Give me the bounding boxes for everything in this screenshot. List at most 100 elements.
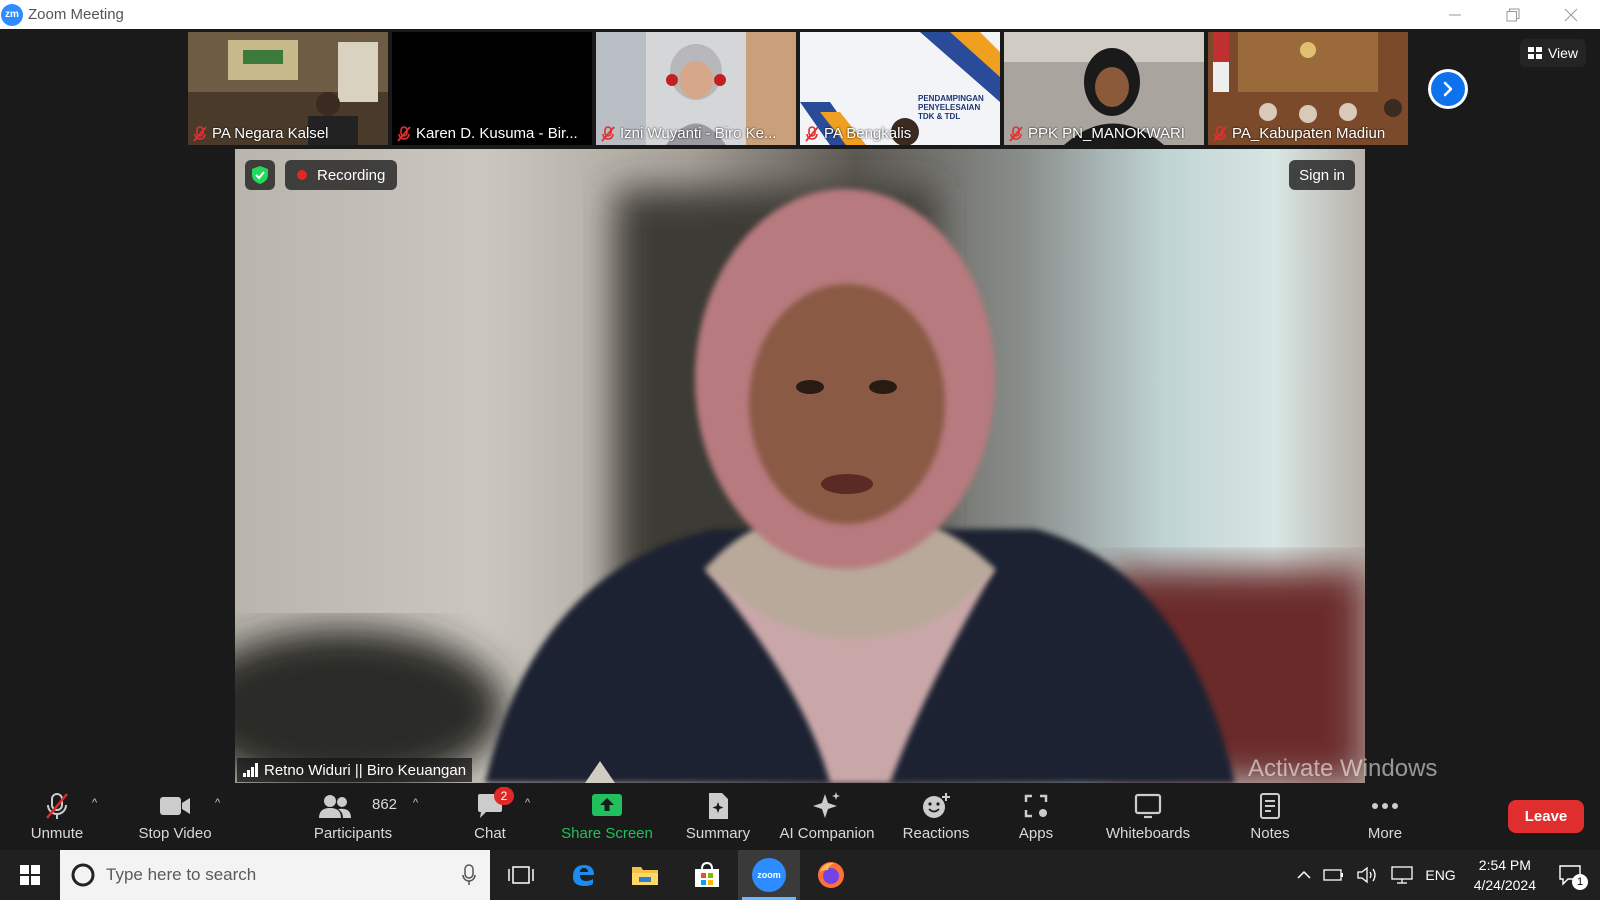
- clock-date: 4/24/2024: [1473, 877, 1536, 893]
- input-language[interactable]: ENG: [1419, 850, 1461, 900]
- notes-icon: [1260, 793, 1280, 819]
- video-camera-icon: [160, 797, 190, 815]
- zoom-logo-icon: zm: [1, 3, 23, 26]
- participant-thumbnail[interactable]: Izni Wuyanti - Biro Ke...: [596, 32, 796, 145]
- window-title: Zoom Meeting: [28, 6, 124, 23]
- search-placeholder: Type here to search: [106, 865, 257, 884]
- sign-in-button[interactable]: Sign in: [1289, 160, 1355, 190]
- whiteboard-icon: [1134, 793, 1162, 819]
- participants-icon: [319, 795, 351, 818]
- summary-button[interactable]: Summary: [680, 783, 756, 850]
- reactions-button[interactable]: Reactions: [900, 783, 972, 850]
- task-view-button[interactable]: [490, 850, 552, 900]
- network-status[interactable]: [1385, 850, 1419, 900]
- chevron-right-icon: [1443, 81, 1453, 97]
- participant-strip: PA Negara Kalsel Karen D. Kusuma - Bir..…: [188, 32, 1408, 145]
- taskbar-search-box[interactable]: Type here to search: [60, 850, 490, 900]
- signal-strength-icon: [243, 763, 258, 777]
- encryption-shield-icon[interactable]: [245, 160, 275, 190]
- microphone-icon: [462, 864, 476, 885]
- apps-grid-icon: [1024, 794, 1048, 818]
- participant-thumbnail[interactable]: PPK PN_MANOKWARI: [1004, 32, 1204, 145]
- more-button[interactable]: More: [1355, 783, 1415, 850]
- zoom-app: zm Zoom Meeting PA Negara Kalsel Karen D…: [0, 0, 1600, 900]
- leave-button[interactable]: Leave: [1508, 800, 1584, 833]
- sparkle-icon: [813, 792, 840, 818]
- restore-icon: [1506, 8, 1520, 21]
- start-button[interactable]: [0, 850, 60, 900]
- taskbar-clock[interactable]: 2:54 PM 4/24/2024: [1462, 855, 1548, 895]
- cortana-circle-icon: [71, 863, 95, 887]
- network-monitor-icon: [1391, 866, 1414, 884]
- recording-label: Recording: [317, 166, 386, 184]
- taskbar-store[interactable]: [676, 850, 738, 900]
- title-bar: zm Zoom Meeting: [0, 0, 1600, 29]
- recording-indicator[interactable]: Recording: [285, 160, 398, 190]
- close-icon: [1564, 8, 1578, 21]
- share-screen-icon: [592, 794, 622, 816]
- view-button[interactable]: View: [1520, 39, 1586, 67]
- more-dots-icon: [1372, 803, 1398, 809]
- chat-button[interactable]: 2 Chat: [455, 783, 525, 850]
- video-options-caret[interactable]: ^: [215, 797, 220, 809]
- thumbnail-name: PA Negara Kalsel: [192, 125, 328, 142]
- chat-unread-badge: 2: [494, 787, 514, 805]
- task-view-icon: [508, 866, 534, 884]
- taskbar-file-explorer[interactable]: [614, 850, 676, 900]
- notification-count-badge: 1: [1572, 874, 1588, 890]
- summary-document-icon: [709, 793, 728, 819]
- mic-muted-icon: [1009, 125, 1023, 142]
- ai-companion-button[interactable]: AI Companion: [775, 783, 879, 850]
- minimize-icon: [1449, 14, 1461, 15]
- next-page-button[interactable]: [1428, 69, 1468, 109]
- participants-button[interactable]: Participants: [305, 783, 401, 850]
- speaker-video-feed: [235, 189, 1365, 783]
- grid-view-icon: [1527, 47, 1542, 59]
- taskbar-firefox[interactable]: [800, 850, 862, 900]
- mic-muted-icon: [397, 125, 411, 142]
- minimize-button[interactable]: [1426, 0, 1484, 29]
- restore-button[interactable]: [1484, 0, 1542, 29]
- view-label: View: [1547, 45, 1579, 61]
- taskbar-zoom[interactable]: zoom: [738, 850, 800, 900]
- zoom-app-icon: zoom: [752, 858, 786, 892]
- participant-thumbnail[interactable]: PA Negara Kalsel: [188, 32, 388, 145]
- share-screen-button[interactable]: Share Screen: [560, 783, 654, 850]
- active-speaker-video[interactable]: Recording Sign in Retno Widuri || Biro K…: [235, 149, 1365, 783]
- taskbar-edge[interactable]: [552, 850, 614, 900]
- notes-button[interactable]: Notes: [1240, 783, 1300, 850]
- mic-muted-icon: [193, 125, 207, 142]
- speaker-volume-icon: [1357, 866, 1377, 884]
- thumbnail-name: Karen D. Kusuma - Bir...: [396, 125, 578, 142]
- battery-status[interactable]: [1317, 850, 1351, 900]
- thumbnail-name: PA Bengkalis: [804, 125, 911, 142]
- unmute-button[interactable]: Unmute: [22, 783, 92, 850]
- participants-count: 862: [372, 796, 398, 813]
- volume-control[interactable]: [1351, 850, 1385, 900]
- chat-options-caret[interactable]: ^: [525, 797, 530, 809]
- window-controls: [1426, 0, 1600, 29]
- clock-time: 2:54 PM: [1478, 857, 1531, 873]
- thumbnail-name: PPK PN_MANOKWARI: [1008, 125, 1185, 142]
- whiteboards-button[interactable]: Whiteboards: [1098, 783, 1198, 850]
- firefox-icon: [818, 862, 844, 888]
- thumbnail-name: PA_Kabupaten Madiun: [1212, 125, 1385, 142]
- notification-center-button[interactable]: 1: [1548, 850, 1600, 900]
- windows-logo-icon: [20, 865, 40, 885]
- participants-options-caret[interactable]: ^: [413, 797, 418, 809]
- mic-muted-icon: [46, 793, 68, 819]
- show-hidden-icons-button[interactable]: [1291, 850, 1317, 900]
- mic-muted-icon: [601, 125, 615, 142]
- speaker-name-label: Retno Widuri || Biro Keuangan: [237, 758, 473, 782]
- recording-dot-icon: [297, 170, 307, 180]
- participant-thumbnail[interactable]: PA_Kabupaten Madiun: [1208, 32, 1408, 145]
- close-button[interactable]: [1542, 0, 1600, 29]
- edge-browser-icon: [573, 865, 594, 886]
- audio-options-caret[interactable]: ^: [92, 797, 97, 809]
- participant-thumbnail[interactable]: PENDAMPINGAN PENYELESAIAN TDK & TDL PA B…: [800, 32, 1000, 145]
- folder-icon: [632, 867, 658, 885]
- participant-thumbnail[interactable]: Karen D. Kusuma - Bir...: [392, 32, 592, 145]
- battery-icon: [1323, 869, 1344, 881]
- stop-video-button[interactable]: Stop Video: [130, 783, 220, 850]
- apps-button[interactable]: Apps: [1010, 783, 1062, 850]
